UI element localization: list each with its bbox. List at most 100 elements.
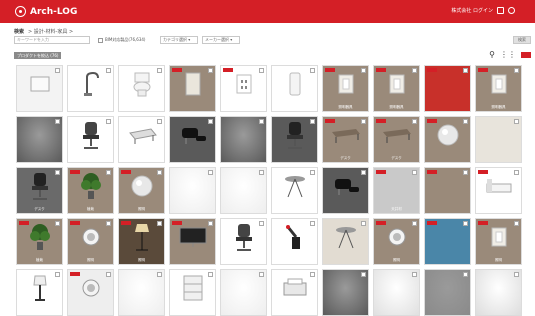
- product-tile[interactable]: 照明: [475, 218, 522, 265]
- select-checkbox[interactable]: [55, 119, 60, 124]
- product-tile[interactable]: [475, 269, 522, 316]
- select-checkbox[interactable]: [361, 119, 366, 124]
- product-tile[interactable]: デスク: [322, 116, 369, 163]
- select-checkbox[interactable]: [310, 68, 315, 73]
- select-checkbox[interactable]: [55, 221, 60, 226]
- product-tile[interactable]: [424, 269, 471, 316]
- select-checkbox[interactable]: [361, 170, 366, 175]
- select-checkbox[interactable]: [106, 119, 111, 124]
- product-tile[interactable]: 天井材: [373, 167, 420, 214]
- select-checkbox[interactable]: [412, 119, 417, 124]
- product-tile[interactable]: [220, 65, 267, 112]
- select-checkbox[interactable]: [106, 221, 111, 226]
- select-checkbox[interactable]: [157, 272, 162, 277]
- search-button[interactable]: 検索: [513, 36, 531, 44]
- select-checkbox[interactable]: [310, 170, 315, 175]
- select-checkbox[interactable]: [259, 68, 264, 73]
- select-checkbox[interactable]: [514, 170, 519, 175]
- product-tile[interactable]: 照明器具: [475, 65, 522, 112]
- select-checkbox[interactable]: [208, 272, 213, 277]
- search-input[interactable]: キーワードを入力: [14, 36, 90, 44]
- select-checkbox[interactable]: [463, 170, 468, 175]
- product-tile[interactable]: [475, 116, 522, 163]
- product-tile[interactable]: 植栽: [16, 218, 63, 265]
- product-tile[interactable]: [169, 116, 216, 163]
- select-checkbox[interactable]: [208, 119, 213, 124]
- select-checkbox[interactable]: [310, 221, 315, 226]
- select-checkbox[interactable]: [259, 170, 264, 175]
- select-checkbox[interactable]: [412, 272, 417, 277]
- product-tile[interactable]: 植栽: [67, 167, 114, 214]
- product-tile[interactable]: [169, 269, 216, 316]
- product-tile[interactable]: [424, 116, 471, 163]
- product-tile[interactable]: [271, 116, 318, 163]
- category-chip[interactable]: プロダクトを絞込 (76): [14, 52, 62, 59]
- product-tile[interactable]: [16, 269, 63, 316]
- select-checkbox[interactable]: [259, 221, 264, 226]
- select-checkbox[interactable]: [463, 272, 468, 277]
- product-tile[interactable]: [220, 218, 267, 265]
- red-action-icon[interactable]: [521, 52, 531, 58]
- product-tile[interactable]: [373, 269, 420, 316]
- product-tile[interactable]: [322, 167, 369, 214]
- select-checkbox[interactable]: [106, 272, 111, 277]
- category-dropdown[interactable]: カテゴリ選択 ▾: [160, 36, 198, 44]
- select-checkbox[interactable]: [361, 272, 366, 277]
- product-tile[interactable]: 照明: [67, 218, 114, 265]
- product-tile[interactable]: [118, 65, 165, 112]
- select-checkbox[interactable]: [208, 170, 213, 175]
- select-checkbox[interactable]: [463, 221, 468, 226]
- select-checkbox[interactable]: [157, 170, 162, 175]
- gear-icon[interactable]: [508, 7, 515, 14]
- select-checkbox[interactable]: [361, 68, 366, 73]
- product-tile[interactable]: 照明器具: [322, 65, 369, 112]
- product-tile[interactable]: [67, 269, 114, 316]
- select-checkbox[interactable]: [310, 119, 315, 124]
- select-checkbox[interactable]: [259, 272, 264, 277]
- product-tile[interactable]: [475, 167, 522, 214]
- product-tile[interactable]: [169, 65, 216, 112]
- search-icon[interactable]: ⚲: [489, 50, 495, 60]
- product-tile[interactable]: 照明: [118, 218, 165, 265]
- bim-checkbox[interactable]: BIM対応製品(76,634): [98, 37, 146, 43]
- user-label[interactable]: 株式会社 ログイン: [451, 7, 493, 14]
- product-tile[interactable]: [424, 167, 471, 214]
- product-tile[interactable]: 照明器具: [373, 65, 420, 112]
- select-checkbox[interactable]: [412, 170, 417, 175]
- product-tile[interactable]: [220, 116, 267, 163]
- select-checkbox[interactable]: [157, 119, 162, 124]
- select-checkbox[interactable]: [55, 170, 60, 175]
- product-tile[interactable]: [271, 218, 318, 265]
- select-checkbox[interactable]: [157, 68, 162, 73]
- select-checkbox[interactable]: [463, 119, 468, 124]
- product-tile[interactable]: [169, 218, 216, 265]
- product-tile[interactable]: [271, 167, 318, 214]
- select-checkbox[interactable]: [412, 221, 417, 226]
- select-checkbox[interactable]: [55, 68, 60, 73]
- select-checkbox[interactable]: [514, 68, 519, 73]
- select-checkbox[interactable]: [55, 272, 60, 277]
- logo[interactable]: Arch-LOG: [15, 4, 77, 19]
- select-checkbox[interactable]: [106, 68, 111, 73]
- filter-icon[interactable]: ⋮⋮: [500, 50, 516, 60]
- select-checkbox[interactable]: [514, 221, 519, 226]
- select-checkbox[interactable]: [157, 221, 162, 226]
- product-tile[interactable]: [424, 65, 471, 112]
- select-checkbox[interactable]: [208, 221, 213, 226]
- product-tile[interactable]: [67, 116, 114, 163]
- product-tile[interactable]: 照明: [373, 218, 420, 265]
- product-tile[interactable]: [16, 116, 63, 163]
- select-checkbox[interactable]: [412, 68, 417, 73]
- product-tile[interactable]: [169, 167, 216, 214]
- select-checkbox[interactable]: [463, 68, 468, 73]
- select-checkbox[interactable]: [208, 68, 213, 73]
- product-tile[interactable]: [322, 269, 369, 316]
- product-tile[interactable]: [271, 269, 318, 316]
- select-checkbox[interactable]: [514, 272, 519, 277]
- breadcrumb[interactable]: > 設計-材料-家具 >: [28, 28, 73, 35]
- select-checkbox[interactable]: [514, 119, 519, 124]
- product-tile[interactable]: [271, 65, 318, 112]
- product-tile[interactable]: [424, 218, 471, 265]
- product-tile[interactable]: [67, 65, 114, 112]
- product-tile[interactable]: [16, 65, 63, 112]
